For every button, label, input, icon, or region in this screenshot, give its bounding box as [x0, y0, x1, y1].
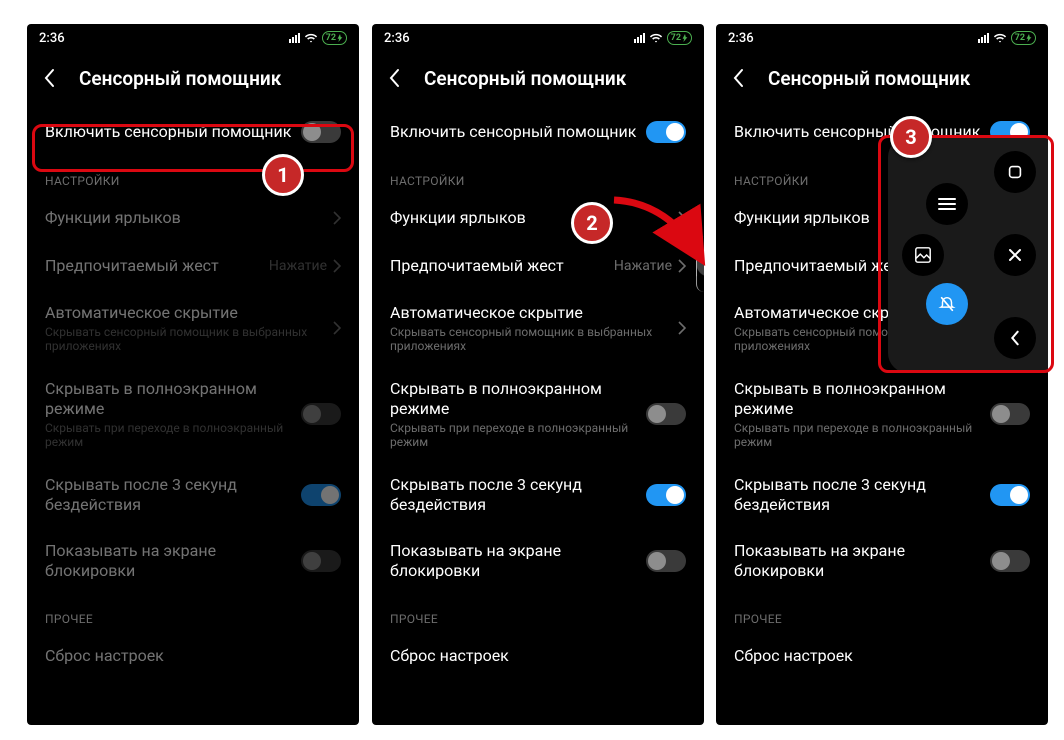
cellular-icon [978, 33, 989, 43]
status-time: 2:36 [39, 31, 65, 46]
toggle-enable[interactable] [646, 121, 686, 143]
title-bar: Сенсорный помощник [27, 52, 359, 108]
callout-badge-3: 3 [890, 116, 932, 158]
callout-badge-2: 2 [571, 202, 613, 244]
status-indicators: 72 [978, 31, 1036, 45]
status-time: 2:36 [728, 31, 754, 46]
toggle-fullscreen[interactable] [990, 403, 1030, 425]
chevron-right-icon [333, 259, 341, 273]
row-label: Включить сенсорный помощник [390, 122, 636, 142]
chevron-left-icon [388, 68, 400, 88]
row-gesture[interactable]: Предпочитаемый жест Нажатие [27, 242, 359, 290]
wifi-icon [649, 33, 663, 43]
row-reset[interactable]: Сброс настроек [27, 632, 359, 680]
cellular-icon [289, 33, 300, 43]
title-bar: Сенсорный помощник [372, 52, 704, 108]
toggle-lockscreen[interactable] [990, 550, 1030, 572]
toggle-lockscreen[interactable] [301, 550, 341, 572]
callout-highlight-1 [32, 124, 354, 172]
battery-icon: 72 [667, 31, 692, 45]
phone-3: 2:36 72 Сенсорный помощник Включить сенс… [716, 24, 1048, 725]
toggle-idle[interactable] [646, 484, 686, 506]
row-enable-quickball[interactable]: Включить сенсорный помощник [372, 108, 704, 156]
page-title: Сенсорный помощник [79, 67, 281, 90]
back-button[interactable] [37, 66, 61, 90]
back-button[interactable] [382, 66, 406, 90]
section-header-other: ПРОЧЕЕ [27, 594, 359, 632]
section-header-other: ПРОЧЕЕ [716, 594, 1048, 632]
row-idle[interactable]: Скрывать после 3 секунд бездействия [716, 462, 1048, 528]
section-header-settings: НАСТРОЙКИ [372, 156, 704, 194]
callout-highlight-3 [878, 135, 1054, 373]
status-bar: 2:36 72 [27, 24, 359, 52]
toggle-idle[interactable] [301, 484, 341, 506]
status-bar: 2:36 72 [372, 24, 704, 52]
phone-2: 2:36 72 Сенсорный помощник Включить сенс… [372, 24, 704, 725]
status-time: 2:36 [384, 31, 410, 46]
back-button[interactable] [726, 66, 750, 90]
chevron-right-icon [333, 211, 341, 225]
row-reset[interactable]: Сброс настроек [372, 632, 704, 680]
row-autohide[interactable]: Автоматическое скрытиеСкрывать сенсорный… [372, 290, 704, 366]
toggle-idle[interactable] [990, 484, 1030, 506]
row-lockscreen[interactable]: Показывать на экране блокировки [372, 528, 704, 594]
cellular-icon [634, 33, 645, 43]
toggle-fullscreen[interactable] [646, 403, 686, 425]
status-indicators: 72 [634, 31, 692, 45]
row-fullscreen[interactable]: Скрывать в полноэкранном режимеСкрывать … [716, 366, 1048, 462]
callout-badge-1: 1 [262, 154, 304, 196]
chevron-left-icon [43, 68, 55, 88]
status-bar: 2:36 72 [716, 24, 1048, 52]
row-idle[interactable]: Скрывать после 3 секунд бездействия [372, 462, 704, 528]
row-fullscreen[interactable]: Скрывать в полноэкранном режиме Скрывать… [27, 366, 359, 462]
row-lockscreen[interactable]: Показывать на экране блокировки [716, 528, 1048, 594]
row-idle[interactable]: Скрывать после 3 секунд бездействия [27, 462, 359, 528]
wifi-icon [304, 33, 318, 43]
chevron-right-icon [678, 321, 686, 335]
battery-icon: 72 [1011, 31, 1036, 45]
row-reset[interactable]: Сброс настроек [716, 632, 1048, 680]
battery-icon: 72 [322, 31, 347, 45]
row-fullscreen[interactable]: Скрывать в полноэкранном режимеСкрывать … [372, 366, 704, 462]
callout-arrow [608, 194, 708, 266]
page-title: Сенсорный помощник [424, 67, 626, 90]
status-indicators: 72 [289, 31, 347, 45]
chevron-left-icon [732, 68, 744, 88]
toggle-fullscreen[interactable] [301, 403, 341, 425]
wifi-icon [993, 33, 1007, 43]
section-header-other: ПРОЧЕЕ [372, 594, 704, 632]
toggle-lockscreen[interactable] [646, 550, 686, 572]
row-lockscreen[interactable]: Показывать на экране блокировки [27, 528, 359, 594]
row-autohide[interactable]: Автоматическое скрытие Скрывать сенсорны… [27, 290, 359, 366]
chevron-right-icon [333, 321, 341, 335]
page-title: Сенсорный помощник [768, 67, 970, 90]
row-shortcuts[interactable]: Функции ярлыков [27, 194, 359, 242]
tutorial-stage: 2:36 72 Сенсорный помощник Включить сенс… [0, 0, 1064, 740]
title-bar: Сенсорный помощник [716, 52, 1048, 108]
